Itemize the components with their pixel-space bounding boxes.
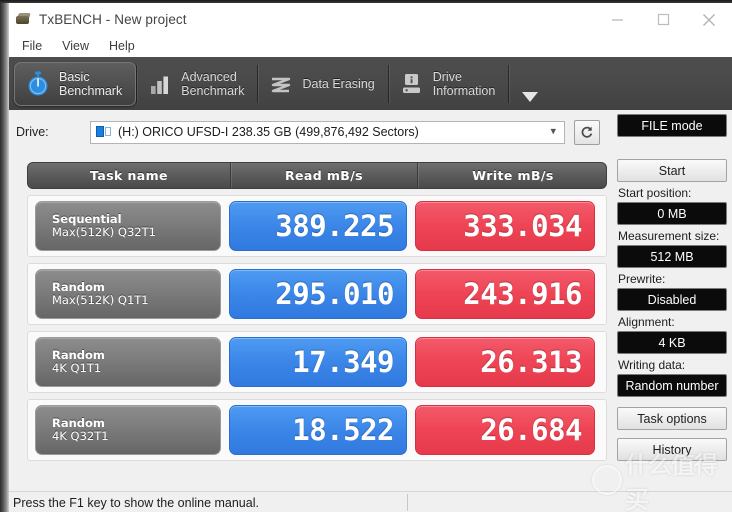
write-value: 26.313 xyxy=(480,345,582,379)
column-header-write: Write mB/s xyxy=(417,163,606,188)
measurement-size-value[interactable]: 512 MB xyxy=(617,245,727,268)
tab-label: Basic Benchmark xyxy=(59,69,123,98)
window-title: TxBENCH - New project xyxy=(39,12,187,27)
read-value-cell: 17.349 xyxy=(229,337,407,387)
write-value: 333.034 xyxy=(463,209,582,243)
writing-data-value[interactable]: Random number xyxy=(617,374,727,397)
tab-drive-information[interactable]: Drive Information xyxy=(389,62,509,106)
menu-item-file[interactable]: File xyxy=(12,36,52,57)
task-name-cell: Random 4K Q32T1 xyxy=(35,405,221,455)
chevron-down-icon[interactable] xyxy=(519,62,541,106)
close-icon[interactable] xyxy=(686,3,732,36)
drive-select[interactable]: (H:) ORICO UFSD-I 238.35 GB (499,876,492… xyxy=(90,120,565,144)
txbench-window: TxBENCH - New project File View Help Bas… xyxy=(0,0,732,512)
status-bar: Press the F1 key to show the online manu… xyxy=(3,491,732,512)
history-button[interactable]: History xyxy=(617,438,727,461)
prewrite-value[interactable]: Disabled xyxy=(617,288,727,311)
drive-selector-row: Drive: (H:) ORICO UFSD-I 238.35 GB (499,… xyxy=(12,118,612,146)
maximize-icon[interactable] xyxy=(640,3,686,36)
alignment-label: Alignment: xyxy=(618,315,675,329)
stopwatch-icon xyxy=(26,71,50,97)
write-value: 26.684 xyxy=(480,413,582,447)
client-area: Drive: (H:) ORICO UFSD-I 238.35 GB (499,… xyxy=(3,110,732,491)
results-header-row: Task name Read mB/s Write mB/s xyxy=(27,162,607,189)
table-row[interactable]: Random Max(512K) Q1T1 295.010 243.916 xyxy=(27,263,607,325)
start-button[interactable]: Start xyxy=(617,159,727,182)
tab-divider xyxy=(508,64,510,103)
refresh-icon xyxy=(581,126,593,138)
task-name-line2: 4K Q32T1 xyxy=(52,429,109,443)
tab-label: Data Erasing xyxy=(302,76,375,91)
tab-advanced-benchmark[interactable]: Advanced Benchmark xyxy=(137,62,257,106)
task-name-line2: 4K Q1T1 xyxy=(52,361,102,375)
read-value: 389.225 xyxy=(275,209,394,243)
prewrite-label: Prewrite: xyxy=(618,272,666,286)
tab-label: Advanced Benchmark xyxy=(181,69,245,98)
task-name-cell: Random Max(512K) Q1T1 xyxy=(35,269,221,319)
measurement-size-label: Measurement size: xyxy=(618,229,720,243)
read-value: 17.349 xyxy=(292,345,394,379)
write-value-cell: 333.034 xyxy=(415,201,595,251)
write-value-cell: 243.916 xyxy=(415,269,595,319)
writing-data-label: Writing data: xyxy=(618,358,686,372)
tab-basic-benchmark[interactable]: Basic Benchmark xyxy=(14,61,137,106)
menu-item-help[interactable]: Help xyxy=(99,36,145,57)
read-value: 295.010 xyxy=(275,277,394,311)
chevron-down-icon: ▾ xyxy=(550,125,556,138)
status-divider xyxy=(407,494,408,511)
drive-icon xyxy=(15,12,31,28)
alignment-value[interactable]: 4 KB xyxy=(617,331,727,354)
write-value-cell: 26.684 xyxy=(415,405,595,455)
status-message: Press the F1 key to show the online manu… xyxy=(13,495,259,510)
window-controls xyxy=(594,3,732,36)
tab-label: Drive Information xyxy=(432,69,496,98)
drive-info-icon xyxy=(400,71,424,97)
file-mode-button[interactable]: FILE mode xyxy=(617,114,727,137)
refresh-button[interactable] xyxy=(574,119,600,145)
read-value: 18.522 xyxy=(292,413,394,447)
task-name-cell: Random 4K Q1T1 xyxy=(35,337,221,387)
task-options-button[interactable]: Task options xyxy=(617,407,727,430)
write-value-cell: 26.313 xyxy=(415,337,595,387)
drive-select-value: (H:) ORICO UFSD-I 238.35 GB (499,876,492… xyxy=(118,125,419,139)
start-position-value[interactable]: 0 MB xyxy=(617,202,727,225)
results-table: Task name Read mB/s Write mB/s Sequentia… xyxy=(27,162,607,461)
column-header-read: Read mB/s xyxy=(230,163,417,188)
column-header-task-name: Task name xyxy=(90,168,168,183)
read-value-cell: 389.225 xyxy=(229,201,407,251)
table-row[interactable]: Random 4K Q1T1 17.349 26.313 xyxy=(27,331,607,393)
drive-label: Drive: xyxy=(16,125,49,139)
disk-icon xyxy=(96,125,112,139)
title-bar: TxBENCH - New project xyxy=(3,3,732,36)
read-value-cell: 18.522 xyxy=(229,405,407,455)
menu-item-view[interactable]: View xyxy=(52,36,99,57)
menu-bar: File View Help xyxy=(3,36,732,57)
table-row[interactable]: Sequential Max(512K) Q32T1 389.225 333.0… xyxy=(27,195,607,257)
table-row[interactable]: Random 4K Q32T1 18.522 26.684 xyxy=(27,399,607,461)
tab-strip: Basic Benchmark Advanced Benchmark Data … xyxy=(3,57,732,110)
read-value-cell: 295.010 xyxy=(229,269,407,319)
tab-data-erasing[interactable]: Data Erasing xyxy=(258,62,387,106)
options-sidebar: FILE mode Start Start position: 0 MB Mea… xyxy=(617,114,729,488)
task-name-line2: Max(512K) Q1T1 xyxy=(52,293,149,307)
task-name-line2: Max(512K) Q32T1 xyxy=(52,225,156,239)
bar-chart-icon xyxy=(148,71,172,97)
task-name-cell: Sequential Max(512K) Q32T1 xyxy=(35,201,221,251)
start-position-label: Start position: xyxy=(618,186,692,200)
shred-icon xyxy=(269,71,293,97)
write-value: 243.916 xyxy=(463,277,582,311)
minimize-icon[interactable] xyxy=(594,3,640,36)
